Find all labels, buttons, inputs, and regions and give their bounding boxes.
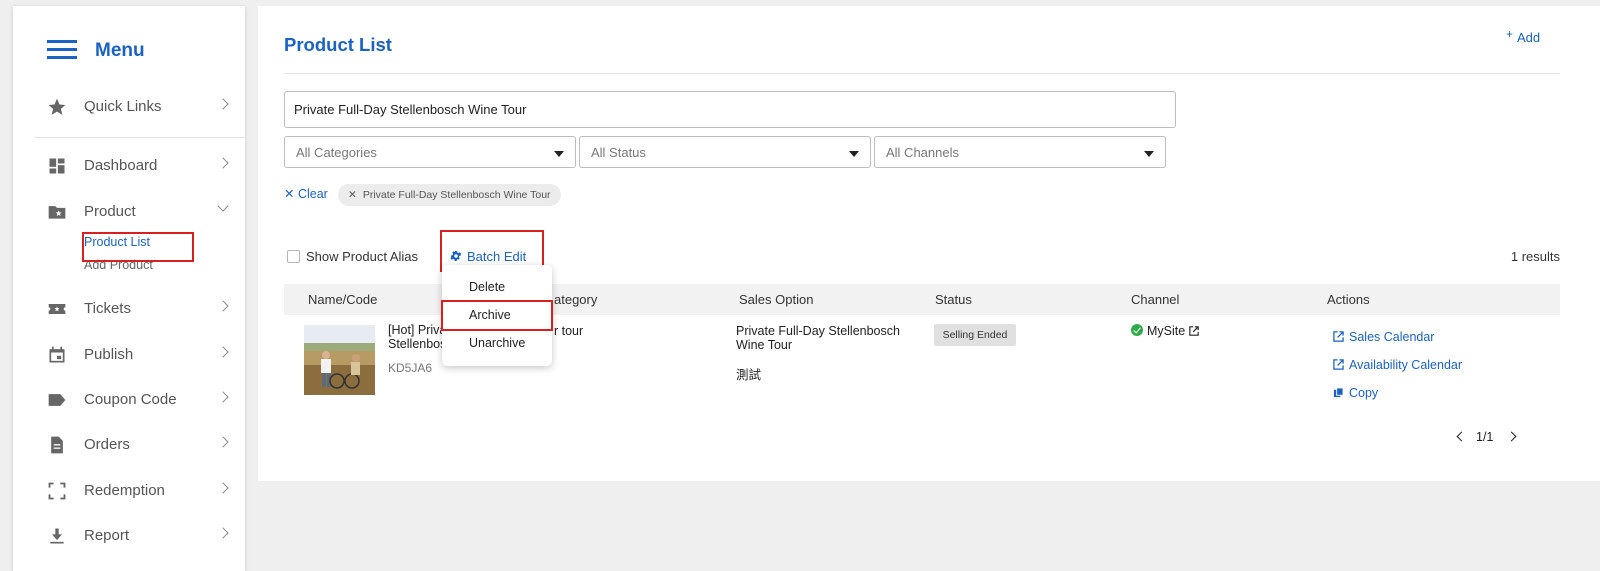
sidebar-item-label: Report [84, 527, 130, 544]
caret-down-icon [1144, 151, 1154, 157]
chevron-right-icon [217, 157, 229, 169]
hamburger-menu-icon[interactable] [47, 40, 77, 60]
highlight-box-product-list [82, 232, 194, 262]
chevron-right-icon [217, 300, 229, 312]
tag-icon [48, 394, 66, 406]
sidebar-item-report[interactable]: Report [13, 516, 245, 556]
calendar-icon [49, 346, 65, 363]
sidebar-item-coupon-code[interactable]: Coupon Code [13, 380, 245, 420]
main-panel: Product List +Add All Categories All Sta… [258, 6, 1600, 481]
folder-star-icon [48, 206, 66, 219]
sidebar-item-quick-links[interactable]: Quick Links [13, 87, 245, 127]
external-link-icon[interactable] [1189, 326, 1199, 336]
column-header: Channel [1131, 292, 1180, 307]
chevron-right-icon [217, 98, 229, 110]
sidebar-item-dashboard[interactable]: Dashboard [13, 146, 245, 186]
menu-header: Menu [13, 6, 245, 94]
filter-chip: ✕ Private Full-Day Stellenbosch Wine Tour [338, 184, 561, 206]
clear-label: Clear [297, 187, 328, 201]
sidebar-item-orders[interactable]: Orders [13, 425, 245, 465]
action-label: Copy [1349, 386, 1379, 400]
clear-filters-link[interactable]: ✕ Clear [284, 186, 328, 201]
external-link-icon [1333, 359, 1344, 370]
chevron-right-icon [217, 391, 229, 403]
chevron-down-icon [217, 200, 229, 212]
caret-down-icon [554, 151, 564, 157]
category-filter-select[interactable]: All Categories [284, 136, 576, 168]
dashboard-icon [49, 158, 65, 174]
status-filter-select[interactable]: All Status [579, 136, 871, 168]
next-page-icon[interactable] [1506, 431, 1517, 442]
show-alias-checkbox[interactable] [287, 250, 300, 263]
product-thumbnail[interactable] [304, 325, 375, 395]
sidebar-item-label: Orders [84, 436, 130, 453]
sales-option-secondary: 測試 [736, 368, 762, 382]
highlight-box-archive [441, 300, 553, 331]
results-count: 1 results [1510, 249, 1560, 264]
column-header: Status [935, 292, 972, 307]
sidebar-item-product[interactable]: Product [13, 192, 245, 232]
add-button[interactable]: + Add [1506, 27, 1541, 45]
sidebar-item-label: Dashboard [84, 157, 158, 174]
action-label: Sales Calendar [1349, 330, 1435, 344]
star-icon [48, 98, 66, 115]
chip-label: Private Full-Day Stellenbosch Wine Tour [362, 189, 551, 201]
add-label: Add [1517, 30, 1541, 45]
copy-link[interactable]: Copy [1333, 386, 1378, 400]
page-title: Product List [284, 34, 392, 55]
product-category: r tour [554, 324, 584, 338]
ticket-icon [48, 304, 66, 314]
sidebar-item-label: Publish [84, 346, 134, 363]
show-alias-label: Show Product Alias [306, 249, 419, 264]
menu-item-unarchive[interactable]: Unarchive [469, 336, 525, 350]
copy-icon [1333, 387, 1344, 398]
sidebar-item-redemption[interactable]: Redemption [13, 471, 245, 511]
divider [35, 137, 245, 138]
column-header: Name/Code [308, 292, 378, 307]
select-value: All Channels [886, 145, 959, 160]
status-badge: Selling Ended [934, 324, 1016, 346]
scan-icon [48, 482, 66, 500]
menu-item-delete[interactable]: Delete [469, 280, 505, 294]
product-code: KD5JA6 [388, 361, 433, 375]
sidebar-item-label: Redemption [84, 482, 165, 499]
availability-calendar-link[interactable]: Availability Calendar [1333, 358, 1462, 372]
channel-filter-select[interactable]: All Channels [874, 136, 1166, 168]
column-header: Sales Option [739, 292, 814, 307]
chevron-right-icon [217, 436, 229, 448]
channel-name: MySite [1147, 324, 1186, 338]
sidebar: Menu Quick Links Dashboard Product Produ… [13, 6, 245, 571]
sidebar-item-label: Product [84, 203, 136, 220]
channel-cell: MySite [1131, 324, 1199, 338]
chip-remove-icon[interactable]: ✕ [348, 189, 357, 201]
chevron-right-icon [217, 482, 229, 494]
action-label: Availability Calendar [1349, 358, 1463, 372]
document-icon [51, 436, 63, 454]
column-header: ategory [554, 292, 598, 307]
search-input[interactable] [284, 91, 1176, 128]
select-value: All Status [591, 145, 646, 160]
sales-option: Private Full-Day Stellenbosch Wine Tour [736, 324, 900, 352]
close-icon: ✕ [284, 187, 298, 201]
menu-title: Menu [95, 40, 145, 61]
prev-page-icon[interactable] [1456, 431, 1467, 442]
sidebar-item-label: Quick Links [84, 98, 162, 115]
sidebar-item-label: Tickets [84, 300, 131, 317]
select-value: All Categories [296, 145, 377, 160]
sidebar-item-label: Coupon Code [84, 391, 177, 408]
download-icon [50, 528, 64, 544]
sidebar-item-tickets[interactable]: Tickets [13, 289, 245, 329]
sidebar-item-publish[interactable]: Publish [13, 335, 245, 375]
column-header: Actions [1327, 292, 1370, 307]
check-circle-icon [1131, 324, 1143, 336]
plus-icon: + [1506, 27, 1514, 41]
chevron-right-icon [217, 346, 229, 358]
caret-down-icon [849, 151, 859, 157]
page-indicator: 1/1 [1476, 430, 1494, 444]
chevron-right-icon [217, 527, 229, 539]
external-link-icon [1333, 331, 1344, 342]
sales-calendar-link[interactable]: Sales Calendar [1333, 330, 1434, 344]
header-divider [284, 73, 1560, 74]
